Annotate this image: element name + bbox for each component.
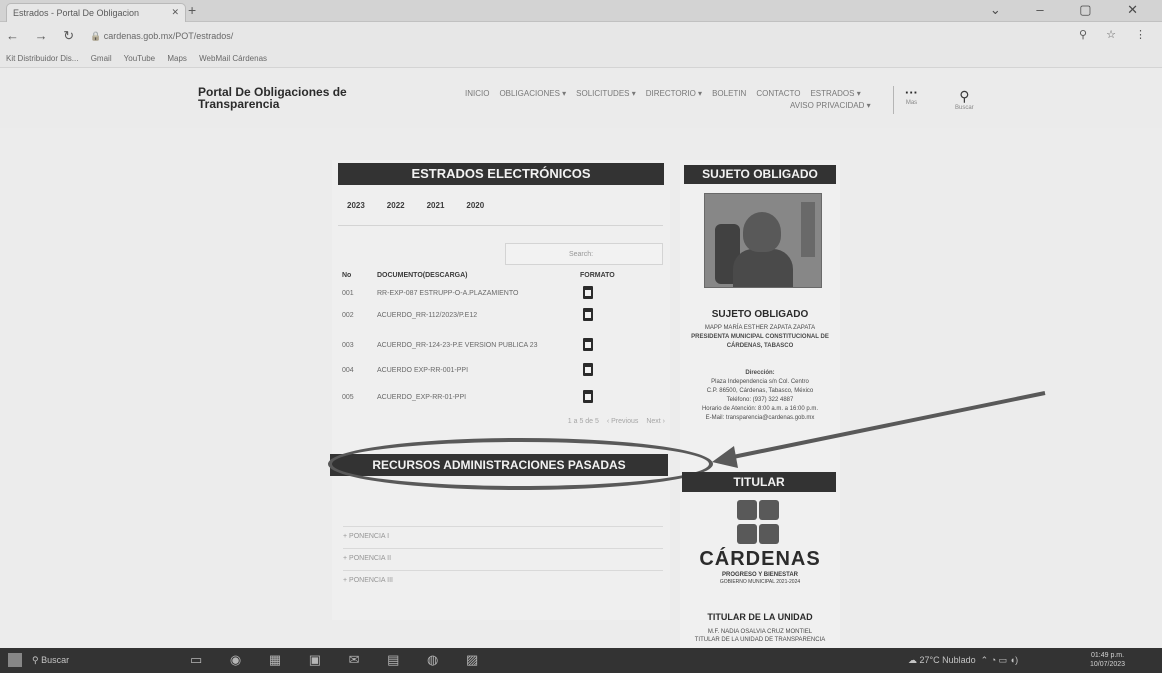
browser-tab-bar: Estrados - Portal De Obligacion ✕ + ⌄ – … [0, 0, 1162, 22]
nav-item[interactable]: ESTRADOS ▾ [810, 89, 860, 98]
search-button[interactable]: ⚲ Buscar [955, 89, 974, 114]
bookmark-item[interactable]: Maps [167, 54, 187, 63]
os-taskbar: ⚲ Buscar ▭ ◉ ▦ ▣ ✉ ▤ ◍ ▨ ☁ 27°C Nublado … [0, 648, 1162, 673]
nav-item[interactable]: SOLICITUDES ▾ [576, 89, 636, 98]
taskbar-apps[interactable]: ▭ ◉ ▦ ▣ ✉ ▤ ◍ ▨ [190, 652, 490, 668]
site-header: Portal De Obligaciones de Transparencia … [0, 68, 1162, 128]
nav-item[interactable]: INICIO [465, 89, 489, 98]
taskbar-clock[interactable]: 01:49 p.m. 10/07/2023 [1090, 651, 1125, 669]
browser-tab[interactable]: Estrados - Portal De Obligacion ✕ [6, 3, 186, 22]
nav-item[interactable]: BOLETIN [712, 89, 746, 98]
main-nav: INICIO OBLIGACIONES ▾ SOLICITUDES ▾ DIRECTO… [465, 88, 885, 112]
nav-buttons[interactable]: ← → ↻ [6, 28, 80, 44]
system-tray[interactable]: ☁ 27°C Nublado ⌃ ◔ ▭ ◖) [908, 655, 1018, 666]
bookmarks-bar: Kit Distribuidor Dis... Gmail YouTube Ma… [0, 50, 1162, 68]
annotation-arrow-icon [712, 391, 1046, 468]
nav-item[interactable]: AVISO PRIVACIDAD ▾ [790, 101, 871, 110]
address-bar-row: ← → ↻ 🔒 cardenas.gob.mx/POT/estrados/ ⚲ … [0, 22, 1162, 50]
nav-item[interactable]: OBLIGACIONES ▾ [499, 89, 566, 98]
new-tab-icon[interactable]: + [188, 2, 196, 18]
bookmark-item[interactable]: YouTube [124, 54, 155, 63]
search-label: Buscar [955, 105, 974, 111]
screenshot-root: Estrados - Portal De Obligacion ✕ + ⌄ – … [0, 0, 1162, 673]
bookmark-item[interactable]: WebMail Cárdenas [199, 54, 267, 63]
bookmark-item[interactable]: Kit Distribuidor Dis... [6, 54, 78, 63]
more-label: Mas [905, 100, 918, 106]
url-text: cardenas.gob.mx/POT/estrados/ [103, 31, 234, 41]
url-field[interactable]: 🔒 cardenas.gob.mx/POT/estrados/ [82, 27, 912, 45]
more-button[interactable]: ··· Mas [905, 86, 918, 108]
nav-item[interactable]: DIRECTORIO ▾ [646, 89, 702, 98]
window-controls[interactable]: ⌄ – ▢ ✕ [990, 2, 1154, 18]
browser-toolbar-icons[interactable]: ⚲ ☆ ⋮ [1079, 28, 1154, 41]
bookmark-item[interactable]: Gmail [91, 54, 112, 63]
taskbar-search[interactable]: ⚲ Buscar [32, 655, 69, 666]
nav-item[interactable]: CONTACTO [756, 89, 800, 98]
page-content: ESTRADOS ELECTRÓNICOS 2023 2022 2021 2020 S… [0, 128, 1162, 650]
close-tab-icon[interactable]: ✕ [171, 7, 179, 18]
tab-title: Estrados - Portal De Obligacion [13, 8, 140, 18]
lock-icon: 🔒 [90, 31, 104, 41]
start-icon[interactable] [8, 653, 22, 667]
nav-divider [893, 86, 894, 114]
site-brand[interactable]: Portal De Obligaciones de Transparencia [198, 86, 348, 110]
